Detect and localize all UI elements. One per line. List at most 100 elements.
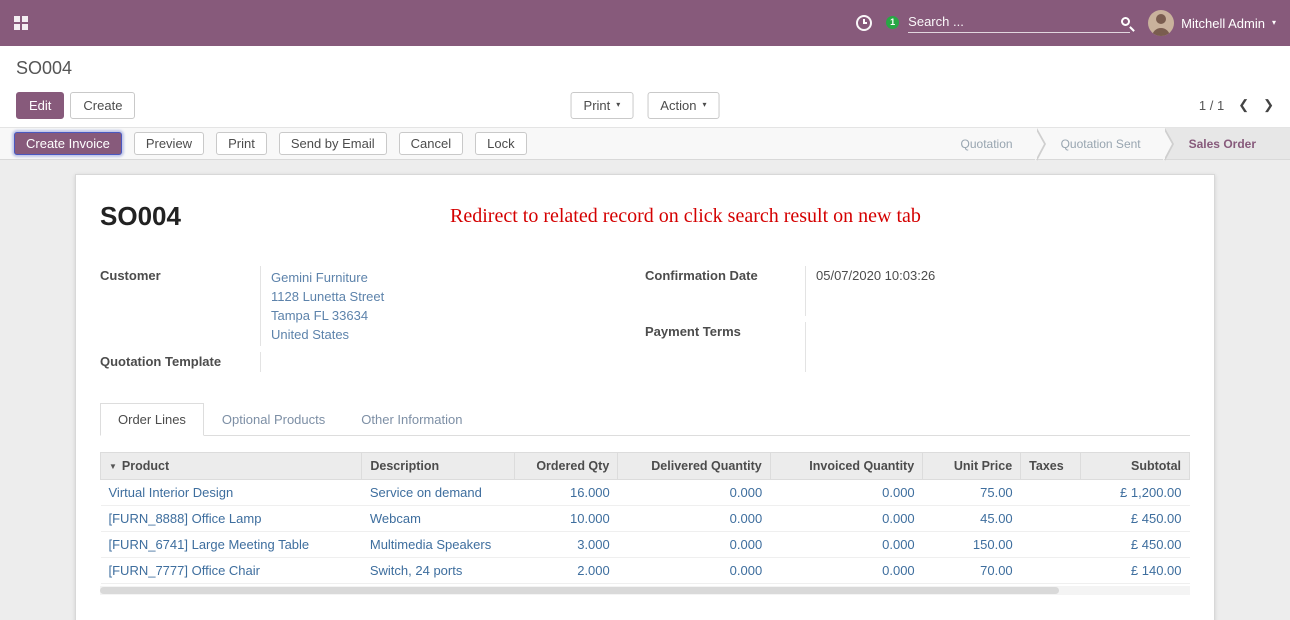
column-product-label: Product	[122, 459, 169, 473]
cell-delivered-qty: 0.000	[618, 480, 770, 506]
pager-prev-icon[interactable]: ❮	[1238, 97, 1249, 113]
activities-clock-icon[interactable]	[856, 15, 872, 31]
customer-street: 1128 Lunetta Street	[271, 287, 645, 306]
search-icon[interactable]	[1121, 17, 1130, 26]
notebook-tabs: Order Lines Optional Products Other Info…	[100, 402, 1190, 436]
column-subtotal[interactable]: Subtotal	[1081, 453, 1190, 480]
cell-description: Webcam	[362, 506, 514, 532]
customer-value: Gemini Furniture 1128 Lunetta Street Tam…	[260, 266, 645, 346]
cell-description: Service on demand	[362, 480, 514, 506]
cell-product: [FURN_8888] Office Lamp	[101, 506, 362, 532]
table-row[interactable]: [FURN_8888] Office Lamp Webcam 10.000 0.…	[101, 506, 1190, 532]
cell-description: Multimedia Speakers	[362, 532, 514, 558]
state-quotation-sent[interactable]: Quotation Sent	[1037, 128, 1165, 159]
payment-terms-value	[805, 322, 1190, 372]
top-navbar: 1 Mitchell Admin ▾	[0, 0, 1290, 46]
message-count-badge: 1	[886, 16, 899, 29]
preview-button[interactable]: Preview	[134, 132, 204, 155]
payment-terms-label: Payment Terms	[645, 322, 805, 372]
cell-ordered-qty: 3.000	[514, 532, 617, 558]
column-invoiced-qty[interactable]: Invoiced Quantity	[770, 453, 922, 480]
cell-delivered-qty: 0.000	[618, 532, 770, 558]
cell-invoiced-qty: 0.000	[770, 480, 922, 506]
chevron-down-icon: ▾	[702, 101, 706, 109]
cell-product: [FURN_7777] Office Chair	[101, 558, 362, 584]
column-taxes[interactable]: Taxes	[1021, 453, 1081, 480]
cell-taxes	[1021, 480, 1081, 506]
create-invoice-button[interactable]: Create Invoice	[14, 132, 122, 155]
cell-subtotal: £ 1,200.00	[1081, 480, 1190, 506]
table-row[interactable]: [FURN_6741] Large Meeting Table Multimed…	[101, 532, 1190, 558]
cell-taxes	[1021, 558, 1081, 584]
create-button[interactable]: Create	[70, 92, 135, 119]
action-dropdown[interactable]: Action ▾	[647, 92, 719, 119]
customer-name-link[interactable]: Gemini Furniture	[271, 268, 645, 287]
statusbar: Create Invoice Preview Print Send by Ema…	[0, 127, 1290, 160]
column-ordered-qty[interactable]: Ordered Qty	[514, 453, 617, 480]
cell-ordered-qty: 10.000	[514, 506, 617, 532]
chevron-down-icon: ▾	[1272, 19, 1276, 27]
cell-ordered-qty: 2.000	[514, 558, 617, 584]
column-description[interactable]: Description	[362, 453, 514, 480]
cell-unit-price: 75.00	[923, 480, 1021, 506]
edit-button[interactable]: Edit	[16, 92, 64, 119]
confirmation-date-value: 05/07/2020 10:03:26	[805, 266, 1190, 316]
quotation-template-value	[260, 352, 645, 372]
confirmation-date-label: Confirmation Date	[645, 266, 805, 316]
horizontal-scrollbar	[100, 586, 1190, 595]
global-search	[908, 14, 1130, 33]
column-delivered-qty[interactable]: Delivered Quantity	[618, 453, 770, 480]
sales-order-sheet: SO004 Redirect to related record on clic…	[75, 174, 1215, 620]
customer-label: Customer	[100, 266, 260, 346]
table-row[interactable]: [FURN_7777] Office Chair Switch, 24 port…	[101, 558, 1190, 584]
cell-description: Switch, 24 ports	[362, 558, 514, 584]
cell-invoiced-qty: 0.000	[770, 532, 922, 558]
cell-invoiced-qty: 0.000	[770, 506, 922, 532]
tab-other-information[interactable]: Other Information	[343, 403, 480, 436]
cell-taxes	[1021, 506, 1081, 532]
right-field-group: Confirmation Date 05/07/2020 10:03:26 Pa…	[645, 266, 1190, 372]
tab-optional-products[interactable]: Optional Products	[204, 403, 343, 436]
user-name: Mitchell Admin	[1181, 16, 1265, 31]
print-button[interactable]: Print	[216, 132, 267, 155]
chevron-down-icon: ▾	[616, 101, 620, 109]
column-unit-price[interactable]: Unit Price	[923, 453, 1021, 480]
cell-invoiced-qty: 0.000	[770, 558, 922, 584]
cell-delivered-qty: 0.000	[618, 558, 770, 584]
breadcrumb: SO004	[0, 46, 1290, 83]
cell-product: Virtual Interior Design	[101, 480, 362, 506]
user-menu[interactable]: Mitchell Admin ▾	[1148, 10, 1276, 36]
send-by-email-button[interactable]: Send by Email	[279, 132, 387, 155]
cell-delivered-qty: 0.000	[618, 506, 770, 532]
cell-unit-price: 150.00	[923, 532, 1021, 558]
table-row[interactable]: Virtual Interior Design Service on deman…	[101, 480, 1190, 506]
quotation-template-label: Quotation Template	[100, 352, 260, 372]
cell-ordered-qty: 16.000	[514, 480, 617, 506]
totals-block: Untaxed Amount: £ 2,240.00	[960, 615, 1190, 620]
tab-order-lines[interactable]: Order Lines	[100, 403, 204, 436]
state-sales-order[interactable]: Sales Order	[1165, 128, 1290, 159]
pager-next-icon[interactable]: ❯	[1263, 97, 1274, 113]
cell-taxes	[1021, 532, 1081, 558]
cancel-button[interactable]: Cancel	[399, 132, 463, 155]
table-header-row: ▼ Product Description Ordered Qty Deliver…	[101, 453, 1190, 480]
form-view: SO004 Redirect to related record on clic…	[0, 160, 1290, 620]
cell-unit-price: 70.00	[923, 558, 1021, 584]
action-label: Action	[660, 98, 696, 113]
red-annotation-text: Redirect to related record on click sear…	[181, 201, 1190, 228]
pager-count: 1 / 1	[1199, 98, 1224, 113]
state-quotation[interactable]: Quotation	[937, 128, 1037, 159]
apps-menu-icon[interactable]	[14, 16, 28, 30]
cell-unit-price: 45.00	[923, 506, 1021, 532]
print-label: Print	[584, 98, 611, 113]
search-input[interactable]	[908, 14, 1121, 29]
status-pipeline: Quotation Quotation Sent Sales Order	[937, 128, 1290, 159]
customer-country: United States	[271, 325, 645, 344]
column-product[interactable]: ▼ Product	[101, 453, 362, 480]
lock-button[interactable]: Lock	[475, 132, 526, 155]
avatar	[1148, 10, 1174, 36]
scrollbar-thumb[interactable]	[100, 587, 1059, 594]
control-panel: Edit Create Print ▾ Action ▾ 1 / 1 ❮ ❯	[0, 83, 1290, 127]
sort-desc-icon: ▼	[109, 462, 117, 471]
print-dropdown[interactable]: Print ▾	[571, 92, 634, 119]
